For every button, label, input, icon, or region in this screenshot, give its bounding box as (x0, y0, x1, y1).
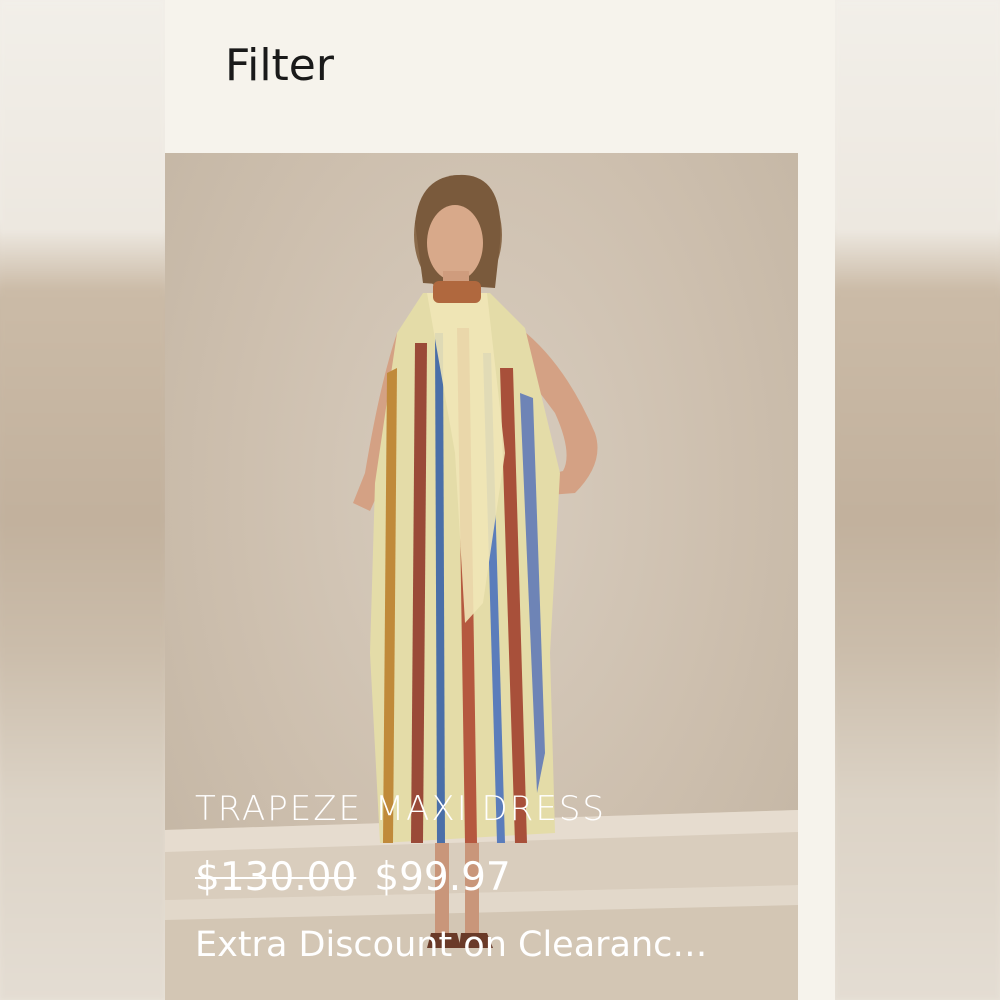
product-name[interactable]: TRAPEZE MAXI DRESS (195, 789, 606, 829)
product-list-panel: Filter TRAPEZE MAXI DRESS $130.00 $99.97… (165, 0, 835, 1000)
original-price: $130.00 (195, 855, 357, 900)
sale-price: $99.97 (374, 855, 511, 900)
filter-button[interactable]: Filter (225, 44, 334, 88)
product-card[interactable]: TRAPEZE MAXI DRESS $130.00 $99.97 Extra D… (165, 153, 798, 1000)
blurred-backdrop-right (835, 0, 1000, 1000)
price-row: $130.00 $99.97 (195, 855, 511, 900)
product-image[interactable]: TRAPEZE MAXI DRESS $130.00 $99.97 Extra D… (165, 153, 798, 1000)
filter-bar: Filter (165, 0, 835, 153)
promo-text: Extra Discount on Clearanc… (195, 925, 708, 965)
blurred-backdrop-left (0, 0, 165, 1000)
